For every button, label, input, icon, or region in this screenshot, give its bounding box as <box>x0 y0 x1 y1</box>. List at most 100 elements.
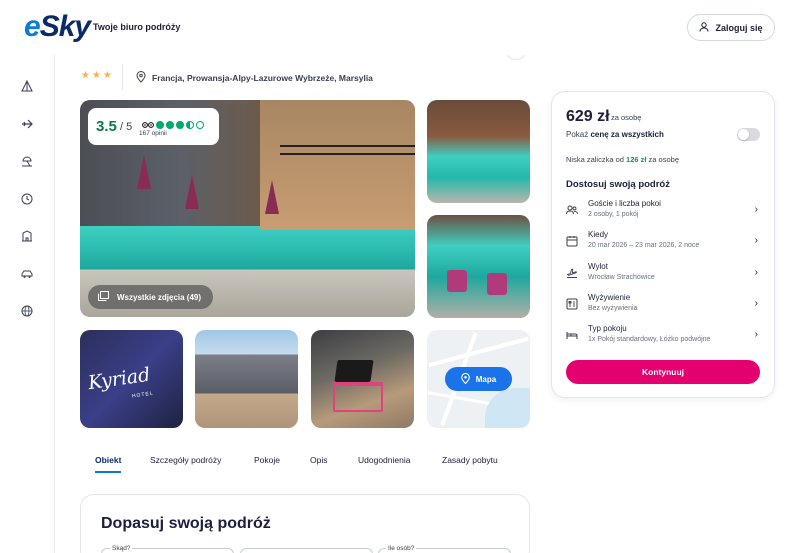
hotel-photo-sign[interactable]: Kyriad HOTEL <box>80 330 183 428</box>
tab-zasady-pobytu[interactable]: Zasady pobytu <box>442 455 498 465</box>
rating-dot-filled <box>156 121 164 129</box>
plane-icon[interactable] <box>19 116 35 132</box>
photo-balcony <box>280 145 415 155</box>
show-total-bold: cenę za wszystkich <box>590 130 664 139</box>
chevron-right-icon: › <box>754 267 758 278</box>
option-meal[interactable]: Wyżywienie Bez wyżywienia › <box>566 293 762 321</box>
users-icon <box>566 203 578 215</box>
customize-trip-title: Dostosuj swoją podróż <box>566 179 670 190</box>
chevron-right-icon: › <box>754 235 758 246</box>
user-icon <box>699 21 709 34</box>
hotel-photo-terrace[interactable] <box>195 330 298 428</box>
location-pin-icon <box>136 71 146 85</box>
option-value: Bez wyżywienia <box>588 305 638 312</box>
photo-building <box>260 100 415 230</box>
deposit-prefix: Niska zaliczka od <box>566 155 627 164</box>
tent-icon[interactable] <box>19 78 35 94</box>
price-per-person: za osobę <box>611 113 642 122</box>
option-value: 20 mar 2026 – 23 mar 2026, 2 noce <box>588 242 700 249</box>
photo-umbrella <box>137 155 151 189</box>
active-tab-indicator <box>95 471 121 473</box>
esky-logo[interactable]: eSky <box>24 10 91 44</box>
review-count: 167 opinii <box>139 130 167 137</box>
continue-button[interactable]: Kontynuuj <box>566 360 760 384</box>
option-value: 2 osoby, 1 pokój <box>588 211 639 218</box>
hotel-icon[interactable] <box>19 228 35 244</box>
option-guests[interactable]: Goście i liczba pokoi 2 osoby, 1 pokój › <box>566 199 762 227</box>
map-label: Mapa <box>475 374 497 384</box>
photo-umbrella <box>265 180 279 214</box>
gallery-icon <box>98 291 109 303</box>
kyriad-sign-sub: HOTEL <box>131 390 154 400</box>
option-departure[interactable]: Wylot Wrocław Strachowice › <box>566 262 762 290</box>
departure-icon <box>566 266 578 278</box>
rating-card[interactable]: 3.5 / 5 167 opinii <box>88 108 219 145</box>
tagline: Twoje biuro podróży <box>93 22 181 32</box>
map-road <box>428 336 529 368</box>
rating-scale: / 5 <box>120 121 133 133</box>
rating-dot-half <box>186 121 194 129</box>
chevron-right-icon: › <box>754 204 758 215</box>
all-photos-label: Wszystkie zdjęcia (49) <box>117 292 202 302</box>
option-title: Wyżywienie <box>588 293 631 302</box>
deposit-info: Niska zaliczka od 126 zł za osobę <box>566 155 679 164</box>
location-text: Francja, Prowansja-Alpy-Lazurowe Wybrzeż… <box>152 73 373 83</box>
hotel-stars: ★★★ <box>81 70 114 81</box>
photo-chair <box>447 270 467 292</box>
hotel-location: Francja, Prowansja-Alpy-Lazurowe Wybrzeż… <box>136 71 373 85</box>
tab-opis[interactable]: Opis <box>310 455 327 465</box>
map-pin-icon <box>460 372 470 386</box>
all-photos-button[interactable]: Wszystkie zdjęcia (49) <box>88 285 214 309</box>
deposit-suffix: za osobę <box>646 155 679 164</box>
photo-table <box>333 382 383 412</box>
hotel-photo-table[interactable] <box>311 330 414 428</box>
option-value: Wrocław Strachowice <box>588 274 655 281</box>
option-room-type[interactable]: Typ pokoju 1x Pokój standardowy, Łóżko p… <box>566 324 762 352</box>
chevron-right-icon: › <box>754 329 758 340</box>
header: eSky Twoje biuro podróży Zaloguj się <box>0 0 800 55</box>
clock-icon[interactable] <box>19 191 35 207</box>
calendar-icon <box>566 234 578 247</box>
map-button[interactable]: Mapa <box>445 367 512 391</box>
beach-icon[interactable] <box>19 153 35 169</box>
guests-field-label: Ile osób? <box>386 545 417 552</box>
option-title: Wylot <box>588 262 608 271</box>
rating-dot-filled <box>166 121 174 129</box>
customize-title: Dopasuj swoją podróż <box>101 515 271 532</box>
map-water <box>485 388 530 428</box>
hotel-photo-pool-2[interactable] <box>427 215 530 318</box>
photo-umbrella <box>185 175 199 209</box>
photo-chair <box>487 273 507 295</box>
tab-udogodnienia[interactable]: Udogodnienia <box>358 455 410 465</box>
option-title: Goście i liczba pokoi <box>588 199 661 208</box>
kyriad-sign-text: Kyriad <box>86 363 152 395</box>
car-icon[interactable] <box>19 266 35 282</box>
bed-icon <box>566 328 578 340</box>
rating-dot-empty <box>196 121 204 129</box>
show-total-prefix: Pokaż <box>566 130 591 139</box>
from-field-label: Skąd? <box>110 545 133 552</box>
tab-obiekt[interactable]: Obiekt <box>95 455 121 465</box>
tab-pokoje[interactable]: Pokoje <box>254 455 280 465</box>
toggle-knob <box>738 129 749 140</box>
option-title: Typ pokoju <box>588 324 627 333</box>
section-tabs: Obiekt Szczegóły podróży Pokoje Opis Udo… <box>80 455 532 477</box>
rating-score: 3.5 <box>96 118 117 135</box>
globe-icon[interactable] <box>19 303 35 319</box>
show-total-label: Pokaż cenę za wszystkich <box>566 130 664 139</box>
option-value: 1x Pokój standardowy, Łóżko podwójne <box>588 336 711 343</box>
divider <box>122 64 123 90</box>
rating-dot-filled <box>176 121 184 129</box>
hotel-photo-pool-1[interactable] <box>427 100 530 203</box>
option-dates[interactable]: Kiedy 20 mar 2026 – 23 mar 2026, 2 noce … <box>566 230 762 258</box>
login-button[interactable]: Zaloguj się <box>687 14 775 41</box>
login-label: Zaloguj się <box>715 22 763 33</box>
deposit-amount: 126 zł <box>626 155 647 164</box>
option-title: Kiedy <box>588 230 609 239</box>
chevron-right-icon: › <box>754 298 758 309</box>
date-field[interactable] <box>240 548 373 553</box>
photo-laptop <box>334 360 374 382</box>
tab-szczegoly-podrozy[interactable]: Szczegóły podróży <box>150 455 221 465</box>
meal-icon <box>566 297 578 310</box>
price: 629 zł <box>566 108 610 125</box>
